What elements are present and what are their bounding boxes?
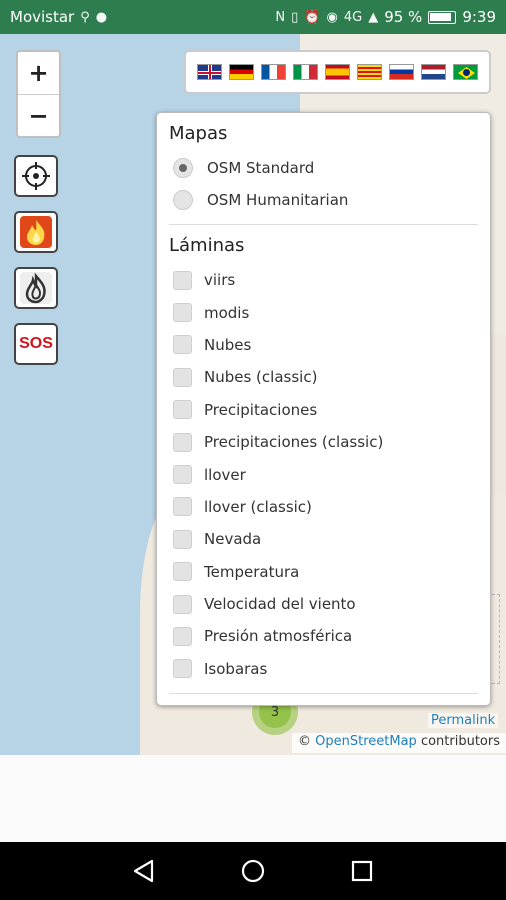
fire-icon [20,216,52,248]
overlay-label: Presión atmosférica [204,627,353,646]
overlay-checkbox[interactable] [173,659,192,679]
overlay-checkbox[interactable] [173,626,192,646]
overlay-checkbox[interactable] [173,270,192,290]
overlays-title: Láminas [169,235,245,256]
it-flag-icon[interactable] [293,64,318,80]
overlay-checkbox[interactable] [173,335,192,355]
nl-flag-icon[interactable] [421,64,446,80]
permalink-link[interactable]: Permalink [428,713,499,728]
battery-percent: 95 % [384,8,423,26]
overlay-checkbox[interactable] [173,432,192,452]
overlay-option[interactable]: Temperatura [169,556,478,588]
sos-button[interactable]: SOS [14,323,58,365]
br-flag-icon[interactable] [453,64,478,80]
overlay-option[interactable]: llover (classic) [169,491,478,523]
carrier-name: Movistar [10,8,75,26]
overlay-label: Nubes (classic) [204,368,318,387]
battery-icon [428,10,457,24]
overlay-option[interactable]: Precipitaciones [169,394,478,426]
clock: 9:39 [462,8,496,26]
overlay-checkbox[interactable] [173,400,192,420]
overlay-checkbox[interactable] [173,465,192,485]
ru-flag-icon[interactable] [389,64,414,80]
zoom-out-button[interactable]: − [18,94,59,136]
overlay-label: Precipitaciones (classic) [204,433,384,452]
usb-icon: ⚲ [80,9,90,25]
overlay-option[interactable]: Presión atmosférica [169,620,478,652]
overlay-label: Velocidad del viento [204,595,356,614]
radio-selected[interactable] [173,158,193,178]
overlay-label: viirs [204,271,236,290]
status-bar: Movistar ⚲ ● N ▯ ⏰ ◉ 4G ▲ 95 % 9:39 [0,0,506,34]
ca-flag-icon[interactable] [357,64,382,80]
overlay-checkbox[interactable] [173,303,192,323]
overlay-option[interactable]: llover [169,458,478,490]
overlay-label: Precipitaciones [204,400,318,419]
overlay-label: llover [204,465,246,484]
overlay-option[interactable]: Nevada [169,523,478,555]
attribution-suffix: contributors [420,734,500,749]
sos-label: SOS [19,335,53,352]
layers-panel: Mapas OSM Standard OSM Humanitarian Lámi… [156,112,491,706]
zoom-control: + − [16,50,61,138]
zoom-in-button[interactable]: + [18,52,59,94]
alarm-icon: ⏰ [304,9,321,25]
language-selector [184,50,491,94]
nfc-icon: N [275,9,286,25]
vibrate-icon: ▯ [291,9,299,25]
home-icon[interactable] [240,858,266,884]
back-icon[interactable] [131,858,157,884]
navigation-bar [0,842,506,900]
crosshair-icon [22,162,50,190]
fire-button[interactable] [14,211,58,253]
eye-icon: ◉ [326,9,338,25]
recents-icon[interactable] [349,858,375,884]
base-layer-label: OSM Standard [207,159,315,177]
fr-flag-icon[interactable] [261,64,286,80]
overlay-option[interactable]: Nubes [169,329,478,361]
attribution-prefix: © [297,734,311,749]
overlay-option[interactable]: Nubes (classic) [169,361,478,393]
locate-button[interactable] [14,155,58,197]
overlay-label: Nubes [204,335,252,354]
openstreetmap-link[interactable]: OpenStreetMap [315,734,417,749]
overlay-label: Nevada [204,530,262,549]
overlay-option[interactable]: Isobaras [169,653,478,685]
es-flag-icon[interactable] [325,64,350,80]
divider [169,693,478,695]
divider [169,224,478,225]
gb-flag-icon[interactable] [197,64,222,80]
cell-signal-icon: ▲ [368,9,379,25]
app-notification-icon: ● [95,9,108,25]
base-layer-option[interactable]: OSM Standard [169,152,478,184]
overlay-checkbox[interactable] [173,367,192,387]
overlay-label: Temperatura [204,562,300,581]
base-layer-option[interactable]: OSM Humanitarian [169,184,478,216]
overlay-label: modis [204,303,250,322]
overlay-checkbox[interactable] [173,497,192,517]
overlay-checkbox[interactable] [173,594,192,614]
overlay-option[interactable]: modis [169,296,478,328]
radio-unselected[interactable] [173,190,193,210]
overlay-option[interactable]: Precipitaciones (classic) [169,426,478,458]
overlay-checkbox[interactable] [173,562,192,582]
base-layer-label: OSM Humanitarian [207,191,349,209]
base-layers-title: Mapas [169,123,228,144]
smoke-fire-icon [20,272,52,304]
smoke-button[interactable] [14,267,58,309]
overlay-checkbox[interactable] [173,529,192,549]
overlay-option[interactable]: viirs [169,264,478,296]
de-flag-icon[interactable] [229,64,254,80]
map-attribution: © OpenStreetMap contributors [291,733,506,753]
overlay-label: llover (classic) [204,497,312,516]
signal-icon: 4G [343,9,363,25]
overlay-label: Isobaras [204,659,268,678]
overlay-option[interactable]: Velocidad del viento [169,588,478,620]
